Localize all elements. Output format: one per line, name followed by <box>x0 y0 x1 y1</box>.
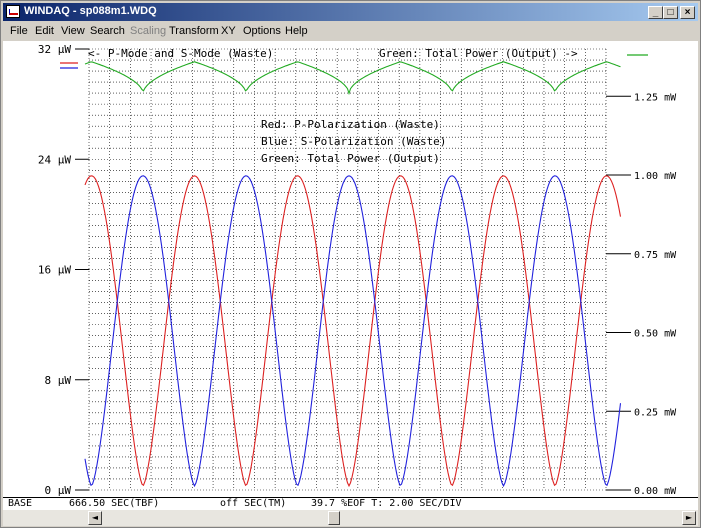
horizontal-scrollbar[interactable]: ◄ ► <box>3 510 698 526</box>
menu-xy[interactable]: XY <box>221 25 236 37</box>
scroll-right-arrow-icon[interactable]: ► <box>682 511 696 525</box>
menu-bar: File Edit View Search Scaling Transform … <box>3 22 698 40</box>
menu-search[interactable]: Search <box>90 25 125 37</box>
right-tick-label: 0.00 mW <box>634 486 677 497</box>
left-tick-label: 16 µW <box>38 264 71 277</box>
legend-red: Red: P-Polarization (Waste) <box>261 118 440 131</box>
left-axis: 0 µW 8 µW 16 µW 24 µW 32 µW <box>38 43 89 497</box>
status-bar: BASE 666.50 SEC(TBF) off SEC(TM) 39.7 %E… <box>3 497 698 510</box>
maximize-button[interactable]: □ <box>663 6 678 19</box>
window-title: WINDAQ - sp088m1.WDQ <box>24 5 157 17</box>
menu-help[interactable]: Help <box>285 25 308 37</box>
title-bar[interactable]: WINDAQ - sp088m1.WDQ _ □ × <box>3 3 698 21</box>
close-button[interactable]: × <box>680 6 695 19</box>
menu-scaling[interactable]: Scaling <box>130 25 166 37</box>
right-tick-label: 1.25 mW <box>634 92 677 103</box>
left-tick-label: 24 µW <box>38 153 71 166</box>
right-tick-label: 0.25 mW <box>634 407 677 418</box>
legend-green: Green: Total Power (Output) <box>261 152 440 165</box>
scroll-left-arrow-icon[interactable]: ◄ <box>88 511 102 525</box>
green-total-power-trace <box>84 61 621 96</box>
status-base: BASE <box>8 498 33 509</box>
legend-blue: Blue: S-Polarization (Waste) <box>261 135 446 148</box>
menu-options[interactable]: Options <box>243 25 281 37</box>
menu-edit[interactable]: Edit <box>35 25 54 37</box>
plot-grid <box>88 48 607 491</box>
menu-transform[interactable]: Transform <box>169 25 219 37</box>
menu-file[interactable]: File <box>10 25 28 37</box>
left-tick-label: 8 µW <box>45 374 72 387</box>
right-tick-label: 1.00 mW <box>634 171 677 182</box>
app-window: WINDAQ - sp088m1.WDQ _ □ × File Edit Vie… <box>0 0 701 528</box>
menu-view[interactable]: View <box>61 25 85 37</box>
right-tick-label: 0.75 mW <box>634 250 677 261</box>
right-tick-label: 0.50 mW <box>634 329 677 340</box>
status-time: 666.50 SEC(TBF) <box>69 498 160 509</box>
status-tm: off SEC(TM) <box>220 498 287 509</box>
waveform-chart: 0 µW 8 µW 16 µW 24 µW 32 µW 0.00 mW 0.25 mW 0.… <box>38 43 677 497</box>
top-left-note: <- P-Mode and S-Mode (Waste) <box>88 47 273 60</box>
scroll-thumb[interactable] <box>328 511 340 525</box>
left-tick-label: 0 µW <box>45 484 72 497</box>
waveform-plot[interactable]: 0 µW 8 µW 16 µW 24 µW 32 µW 0.00 mW 0.25 mW 0.… <box>3 41 698 497</box>
status-eof: 39.7 %EOF T: 2.00 SEC/DIV <box>311 498 462 509</box>
left-tick-label: 32 µW <box>38 43 71 56</box>
windaq-app-icon[interactable] <box>6 5 20 18</box>
top-right-note: Green: Total Power (Output) -> <box>379 47 578 60</box>
minimize-button[interactable]: _ <box>648 6 663 19</box>
